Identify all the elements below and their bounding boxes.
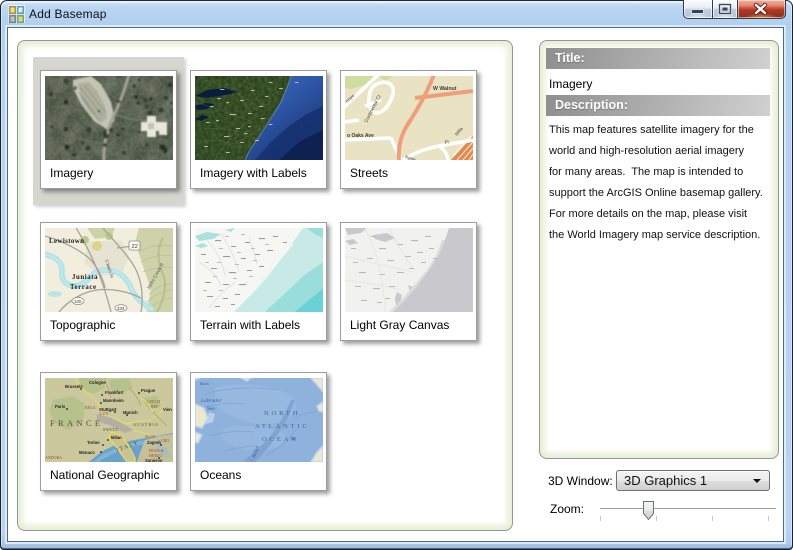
svg-text:SLOV.: SLOV. (145, 434, 156, 439)
svg-text:FRANCE: FRANCE (50, 419, 103, 428)
svg-text:BELG.: BELG. (85, 405, 96, 410)
svg-text:AUSTRIA: AUSTRIA (133, 422, 159, 427)
svg-text:333: 333 (117, 306, 125, 311)
svg-text:SWITZ.: SWITZ. (103, 427, 120, 432)
svg-text:Terrace: Terrace (70, 284, 97, 291)
svg-text:Frankfurt: Frankfurt (105, 390, 124, 395)
svg-text:Milan: Milan (111, 435, 122, 440)
svg-text:Juniata: Juniata (72, 274, 98, 281)
svg-text:o Oaks Ave: o Oaks Ave (347, 133, 374, 139)
svg-text:Prague: Prague (141, 388, 156, 393)
svg-text:Zagreb: Zagreb (147, 440, 161, 445)
svg-text:Munich: Munich (123, 410, 138, 415)
svg-text:Cologne: Cologne (89, 380, 106, 385)
svg-text:Paris: Paris (55, 404, 66, 409)
svg-text:W Walnut: W Walnut (433, 86, 457, 92)
svg-text:ANDORA: ANDORA (45, 455, 62, 460)
svg-text:Torino: Torino (87, 440, 100, 445)
svg-text:CRO: CRO (161, 438, 169, 443)
svg-text:Sarajevo: Sarajevo (145, 458, 163, 462)
svg-text:ATLANTIC: ATLANTIC (255, 423, 310, 430)
svg-text:Sea: Sea (207, 406, 215, 412)
svg-text:Monaco: Monaco (79, 450, 95, 455)
svg-text:BR.: BR. (291, 437, 296, 441)
svg-text:REP.: REP. (151, 404, 159, 409)
svg-text:Labrador: Labrador (200, 398, 223, 404)
svg-text:100: 100 (74, 299, 82, 304)
svg-text:Lewistown: Lewistown (49, 238, 84, 245)
svg-text:Stuttgart: Stuttgart (99, 407, 117, 412)
svg-text:Basin: Basin (200, 382, 209, 386)
svg-text:NORTH: NORTH (264, 410, 300, 417)
svg-text:22: 22 (132, 244, 138, 250)
svg-text:Mannheim: Mannheim (103, 398, 124, 403)
svg-text:Vien: Vien (163, 407, 172, 412)
